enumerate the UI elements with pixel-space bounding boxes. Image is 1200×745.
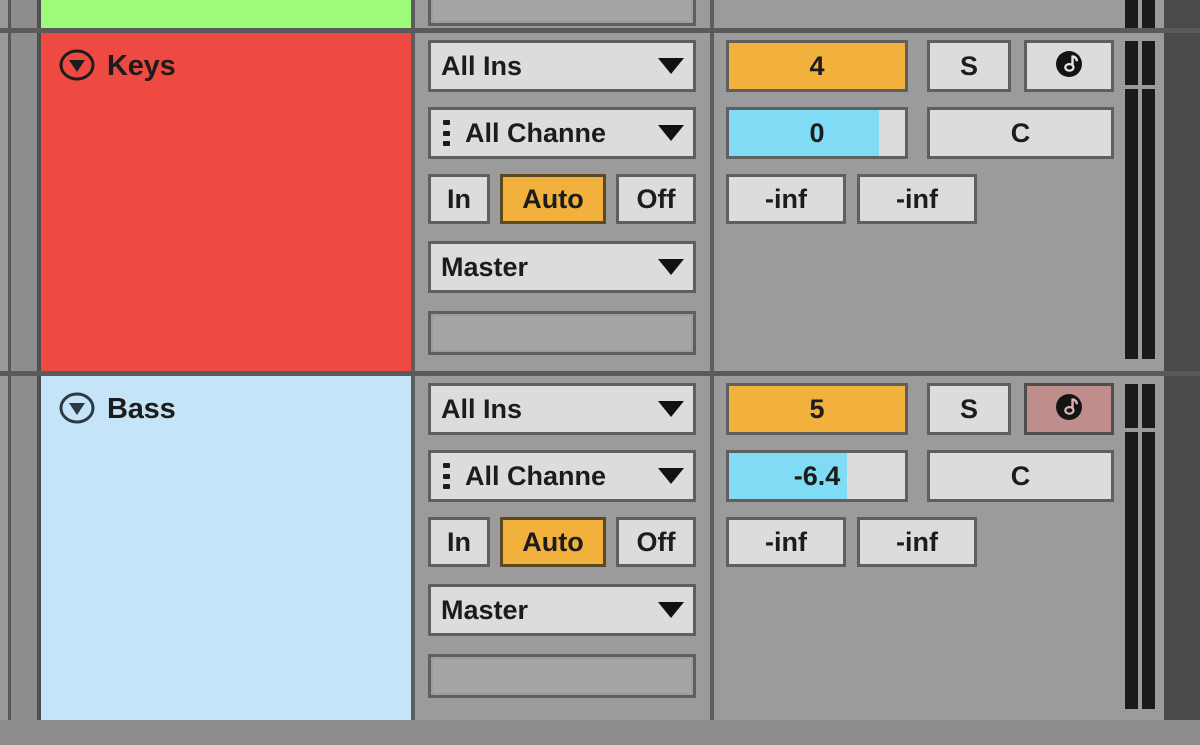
meter-tick [1142,85,1155,89]
input-type-chooser[interactable]: All Ins [428,383,696,435]
session-mixer-view: Keys All Ins All Channe In Auto Off Mast… [0,0,1200,745]
output-type-label: Master [441,594,529,625]
monitor-in-button[interactable]: In [428,517,490,567]
crossfade-assign-slot[interactable] [428,311,696,355]
meter-left [1125,0,1138,28]
record-arm-button[interactable] [1024,40,1114,92]
meter-tick [1125,85,1138,89]
track-meter-cell-bass [1118,376,1164,720]
solo-button[interactable]: S [927,383,1011,435]
session-right-background [1164,0,1200,28]
input-channel-label: All Channe [465,117,607,148]
monitor-off-button[interactable]: Off [616,174,696,224]
record-arm-midi-icon [1053,391,1085,428]
meter-left [1125,41,1138,359]
track-name-cell[interactable] [41,0,411,28]
output-type-label: Master [441,251,529,282]
pan-control[interactable]: C [927,107,1114,159]
input-channel-chooser[interactable]: All Channe [428,450,696,502]
crossfade-assign-slot[interactable] [428,654,696,698]
send-a-amount[interactable]: -inf [726,517,846,567]
track-row-bass: Bass All Ins All Channe In Auto Off Mast… [0,376,1200,720]
meter-right [1142,384,1155,709]
track-meter-cell [1118,0,1164,28]
track-meter-cell-keys [1118,33,1164,371]
send-a-amount[interactable]: -inf [726,174,846,224]
meter-tick [1125,428,1138,432]
meter-right [1142,0,1155,28]
track-mixer-cell-keys: 4 S 0 C -inf -inf [714,33,1118,371]
monitor-auto-button[interactable]: Auto [500,517,606,567]
midi-dots-icon [439,463,453,489]
record-arm-midi-icon [1053,48,1085,85]
input-type-label: All Ins [441,50,523,81]
volume-value: -6.4 [793,460,841,491]
meter-right [1142,41,1155,359]
track-row-keys: Keys All Ins All Channe In Auto Off Mast… [0,33,1200,371]
track-mixer-cell-bass: 5 S -6.4 C -inf -inf [714,376,1118,720]
input-channel-label: All Channe [465,460,607,491]
track-io-cell-keys: All Ins All Channe In Auto Off Master [415,33,710,371]
track-io-cell-bass: All Ins All Channe In Auto Off Master [415,376,710,720]
volume-slider[interactable]: -6.4 [726,450,908,502]
send-b-amount[interactable]: -inf [857,517,977,567]
chevron-down-icon [658,259,684,275]
track-mixer-cell [714,0,1118,28]
track-title: Bass [107,393,176,425]
triangle-down-circle-icon[interactable] [59,390,95,426]
pan-control[interactable]: C [927,450,1114,502]
crossfade-assign-slot[interactable] [428,0,696,26]
track-number-badge[interactable]: 5 [726,383,908,435]
chevron-down-icon [658,58,684,74]
chevron-down-icon [658,125,684,141]
monitor-auto-button[interactable]: Auto [500,174,606,224]
chevron-down-icon [658,602,684,618]
session-right-background [1164,376,1200,720]
track-name-cell-keys[interactable]: Keys [41,33,411,371]
output-type-chooser[interactable]: Master [428,584,696,636]
track-io-cell [415,0,710,28]
triangle-down-circle-icon[interactable] [59,47,95,83]
chevron-down-icon [658,468,684,484]
session-bottom-strip [0,720,1200,745]
track-color-block[interactable] [41,33,411,371]
midi-dots-icon [439,120,453,146]
track-number-badge[interactable]: 4 [726,40,908,92]
track-color-block[interactable] [41,0,411,28]
input-type-label: All Ins [441,393,523,424]
output-type-chooser[interactable]: Master [428,241,696,293]
volume-slider[interactable]: 0 [726,107,908,159]
meter-left [1125,384,1138,709]
monitor-off-button[interactable]: Off [616,517,696,567]
session-right-background [1164,33,1200,371]
send-b-amount[interactable]: -inf [857,174,977,224]
meter-tick [1142,428,1155,432]
solo-button[interactable]: S [927,40,1011,92]
input-channel-chooser[interactable]: All Channe [428,107,696,159]
record-arm-button[interactable] [1024,383,1114,435]
track-color-block[interactable] [41,376,411,720]
track-title: Keys [107,50,176,82]
track-name-cell-bass[interactable]: Bass [41,376,411,720]
chevron-down-icon [658,401,684,417]
input-type-chooser[interactable]: All Ins [428,40,696,92]
volume-value: 0 [809,117,825,148]
monitor-in-button[interactable]: In [428,174,490,224]
track-row-green-partial [0,0,1200,28]
